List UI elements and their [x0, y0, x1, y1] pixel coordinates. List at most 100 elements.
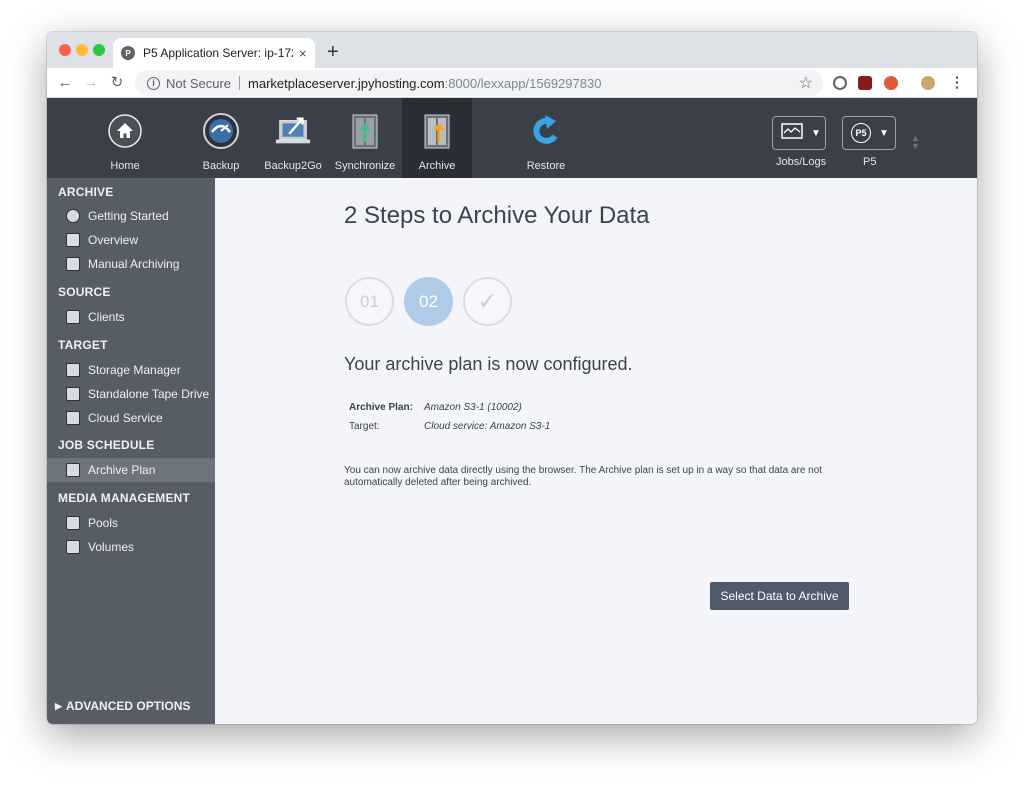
detail-value: Amazon S3-1 (10002) [424, 402, 522, 413]
sidebar-item-label: Archive Plan [88, 463, 156, 477]
detail-key: Archive Plan: [349, 402, 413, 413]
sync-doors-icon [346, 112, 384, 150]
sidebar-item-label: Clients [88, 310, 125, 324]
profile-avatar[interactable] [921, 76, 935, 90]
backup-gauge-icon [202, 112, 240, 150]
sidebar-item-standalone-tape-drive[interactable]: Standalone Tape Drive [47, 382, 215, 406]
browser-window: P P5 Application Server: ip-172-3 × + ← … [47, 32, 977, 724]
sidebar-item-label: Volumes [88, 540, 135, 554]
p5-logo-icon: P5 [851, 123, 871, 143]
section-job-schedule: JOB SCHEDULE [58, 438, 155, 452]
lifebuoy-icon [66, 209, 80, 223]
close-window-button[interactable] [59, 44, 71, 56]
address-separator [239, 76, 241, 90]
reload-icon[interactable]: ↻ [107, 73, 127, 93]
jobs-logs-dropdown[interactable]: ▼ [772, 116, 826, 150]
collapse-header-icon[interactable]: ▲ ▼ [911, 134, 920, 151]
sidebar-item-pools[interactable]: Pools [47, 511, 215, 535]
section-source: SOURCE [58, 285, 111, 299]
detail-target: Target: Cloud service: Amazon S3-1 [349, 421, 550, 432]
nav-archive-label: Archive [418, 160, 456, 172]
nav-restore-label: Restore [526, 160, 566, 172]
detail-key: Target: [349, 421, 380, 432]
nav-backup-label: Backup [202, 160, 240, 172]
browser-toolbar: ← → ↻ i Not Secure marketplaceserver.jpy… [47, 68, 977, 98]
description-text: You can now archive data directly using … [344, 465, 823, 488]
monitor-chart-icon [781, 122, 803, 144]
sidebar-item-label: Cloud Service [88, 411, 163, 425]
nav-restore[interactable]: Restore [523, 98, 569, 178]
overview-icon [66, 233, 80, 247]
server-icon [66, 310, 80, 324]
chevron-down-icon: ▼ [879, 127, 889, 139]
extension-red-icon[interactable] [884, 76, 898, 90]
info-icon[interactable]: i [147, 76, 160, 90]
sidebar-item-overview[interactable]: Overview [47, 228, 215, 252]
step-01: 01 [345, 277, 394, 326]
browser-menu-icon[interactable]: ⋮ [947, 73, 967, 93]
main-content: 2 Steps to Archive Your Data 01 02 ✓ You… [215, 178, 977, 724]
maximize-window-button[interactable] [93, 44, 105, 56]
minimize-window-button[interactable] [76, 44, 88, 56]
nav-synchronize-label: Synchronize [334, 160, 396, 172]
p5-dropdown[interactable]: P5 ▼ [842, 116, 896, 150]
volumes-icon [66, 540, 80, 554]
sidebar-item-archive-plan[interactable]: Archive Plan [47, 458, 215, 482]
nav-backup2go-label: Backup2Go [264, 160, 322, 172]
browser-tab[interactable]: P P5 Application Server: ip-172-3 × [113, 38, 315, 68]
url-host: marketplaceserver.jpyhosting.com [248, 75, 445, 91]
nav-home[interactable]: Home [102, 98, 148, 178]
sidebar-item-manual-archiving[interactable]: Manual Archiving [47, 252, 215, 276]
section-target: TARGET [58, 338, 108, 352]
nav-archive[interactable]: Archive [402, 98, 472, 178]
sidebar-item-storage-manager[interactable]: Storage Manager [47, 358, 215, 382]
select-data-to-archive-button[interactable]: Select Data to Archive [710, 582, 849, 610]
sidebar-item-cloud-service[interactable]: Cloud Service [47, 406, 215, 430]
cloud-service-icon [66, 411, 80, 425]
url-path: :8000/lexxapp/1569297830 [444, 75, 602, 91]
restore-arrow-icon [527, 112, 565, 150]
bookmark-star-icon[interactable]: ☆ [799, 73, 813, 93]
nav-home-label: Home [110, 160, 140, 172]
nav-synchronize[interactable]: Synchronize [335, 98, 395, 178]
page-title: 2 Steps to Archive Your Data [344, 202, 650, 229]
sidebar-item-getting-started[interactable]: Getting Started [47, 204, 215, 228]
sidebar-item-label: Standalone Tape Drive [88, 387, 210, 401]
p5-label: P5 [863, 156, 877, 168]
chevron-down-icon: ▼ [811, 127, 821, 139]
tape-drive-icon [66, 387, 80, 401]
security-indicator: Not Secure [166, 75, 232, 91]
advanced-options-toggle[interactable]: ▶ ADVANCED OPTIONS [55, 699, 190, 713]
p5-favicon-icon: P [121, 46, 135, 60]
step-complete-check-icon: ✓ [463, 277, 512, 326]
jobs-logs-label: Jobs/Logs [776, 156, 827, 168]
step-02: 02 [404, 277, 453, 326]
sidebar-item-label: Manual Archiving [88, 257, 180, 271]
sidebar-item-label: Storage Manager [88, 363, 181, 377]
triangle-right-icon: ▶ [55, 700, 62, 711]
tab-title: P5 Application Server: ip-172-3 [143, 46, 293, 60]
pools-icon [66, 516, 80, 530]
sidebar-item-label: Pools [88, 516, 119, 530]
extension-info-icon[interactable] [833, 76, 847, 90]
section-media-management: MEDIA MANAGEMENT [58, 491, 191, 505]
nav-backup[interactable]: Backup [198, 98, 244, 178]
laptop-upload-icon [274, 112, 312, 150]
detail-archive-plan: Archive Plan: Amazon S3-1 (10002) [349, 402, 522, 413]
back-arrow-icon[interactable]: ← [55, 73, 75, 93]
sidebar-item-volumes[interactable]: Volumes [47, 535, 215, 559]
manual-archive-icon [66, 257, 80, 271]
archive-plan-icon [66, 463, 80, 477]
nav-backup2go[interactable]: Backup2Go [264, 98, 322, 178]
tab-strip: P P5 Application Server: ip-172-3 × + [47, 32, 977, 68]
section-archive: ARCHIVE [58, 185, 114, 199]
sidebar-item-clients[interactable]: Clients [47, 305, 215, 329]
address-bar[interactable]: i Not Secure marketplaceserver.jpyhostin… [135, 70, 823, 96]
detail-value: Cloud service: Amazon S3-1 [424, 421, 551, 432]
sidebar-item-label: Getting Started [88, 209, 169, 223]
tab-close-icon[interactable]: × [299, 46, 307, 61]
storage-icon [66, 363, 80, 377]
forward-arrow-icon[interactable]: → [81, 73, 101, 93]
ublock-icon[interactable] [858, 76, 872, 90]
new-tab-button[interactable]: + [327, 40, 339, 64]
